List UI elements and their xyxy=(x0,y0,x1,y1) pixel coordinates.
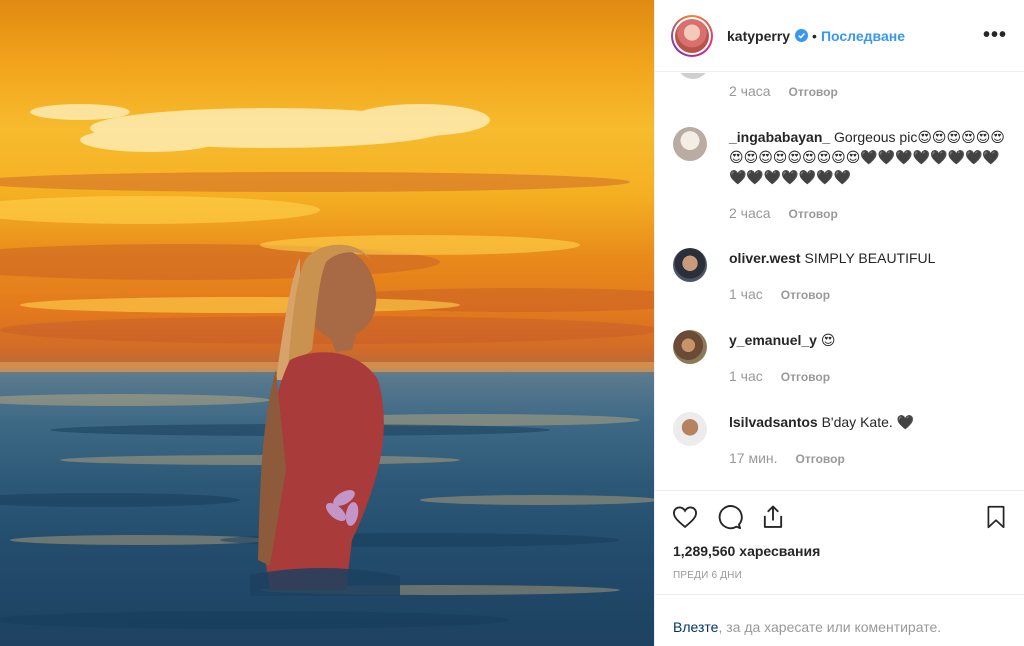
comment-username[interactable]: _ingababayan_ xyxy=(729,129,830,145)
post-photo[interactable] xyxy=(0,0,654,646)
comment-icon[interactable] xyxy=(715,503,743,531)
comment-username[interactable]: lsilvadsantos xyxy=(729,414,818,430)
login-prompt-text: , за да харесате или коментирате. xyxy=(718,619,942,635)
commenter-avatar[interactable] xyxy=(673,412,707,446)
likes-number: 1,289,560 xyxy=(673,543,736,559)
comment-body: lsilvadsantos B'day Kate. 🖤 xyxy=(729,412,1013,432)
post-header: katyperry • Последване ••• xyxy=(655,0,1024,72)
comment-text: SIMPLY BEAUTIFUL xyxy=(804,250,936,266)
post-actions: 1,289,560 харесвания преди 6 дни xyxy=(655,490,1024,594)
reply-button[interactable]: Отговор xyxy=(789,207,838,221)
comments-list[interactable]: 2 часа Отговор _ingababayan_ Gorgeous pi… xyxy=(655,73,1024,490)
more-options-icon[interactable]: ••• xyxy=(983,24,1007,47)
comment-meta: 17 мин. Отговор xyxy=(729,450,845,466)
reply-button[interactable]: Отговор xyxy=(796,452,845,466)
share-icon[interactable] xyxy=(759,503,787,531)
comment-username[interactable]: oliver.west xyxy=(729,250,801,266)
comment-text: B'day Kate. 🖤 xyxy=(821,414,915,430)
reply-button[interactable]: Отговор xyxy=(781,288,830,302)
comment-time: 2 часа xyxy=(729,83,771,99)
commenter-avatar[interactable] xyxy=(673,330,707,364)
partial-avatar xyxy=(677,73,709,79)
login-prompt: Влезте, за да харесате или коментирате. xyxy=(655,594,1024,646)
reply-button[interactable]: Отговор xyxy=(781,370,830,384)
heart-icon[interactable] xyxy=(671,503,699,531)
comment-time: 1 час xyxy=(729,286,763,302)
commenter-avatar[interactable] xyxy=(673,248,707,282)
verified-icon xyxy=(795,29,809,42)
commenter-avatar[interactable] xyxy=(673,127,707,161)
comment-meta: 1 час Отговор xyxy=(729,286,830,302)
author-avatar[interactable] xyxy=(671,14,713,57)
comment-meta: 2 часа Отговор xyxy=(729,205,838,221)
comment-time: 1 час xyxy=(729,368,763,384)
post-timestamp[interactable]: преди 6 дни xyxy=(673,570,742,581)
comment-username[interactable]: y_emanuel_y xyxy=(729,332,817,348)
comment-body: _ingababayan_ Gorgeous pic😍😍😍😍😍😍😍😍😍😍😍😍😍😍… xyxy=(729,127,1013,187)
login-link[interactable]: Влезте xyxy=(673,619,718,635)
likes-count[interactable]: 1,289,560 харесвания xyxy=(673,543,820,559)
comment-meta: 1 час Отговор xyxy=(729,368,830,384)
header-separator: • xyxy=(812,27,817,44)
bookmark-icon[interactable] xyxy=(983,503,1009,531)
likes-label: харесвания xyxy=(739,543,821,559)
post-side-panel: katyperry • Последване ••• 2 часа Отгово… xyxy=(654,0,1024,646)
post-photo-illustration xyxy=(0,104,654,629)
reply-button[interactable]: Отговор xyxy=(789,85,838,99)
comment-body: y_emanuel_y 😍 xyxy=(729,330,1013,350)
author-avatar-frame xyxy=(673,16,711,55)
author-username[interactable]: katyperry xyxy=(727,28,790,44)
comment-time: 2 часа xyxy=(729,205,771,221)
comment-time: 17 мин. xyxy=(729,450,778,466)
comment-body: oliver.west SIMPLY BEAUTIFUL xyxy=(729,248,1013,268)
comment-meta: 2 часа Отговор xyxy=(729,83,838,99)
follow-button[interactable]: Последване xyxy=(821,28,905,44)
comment-text: 😍 xyxy=(820,332,836,348)
author-avatar-image xyxy=(675,18,709,53)
